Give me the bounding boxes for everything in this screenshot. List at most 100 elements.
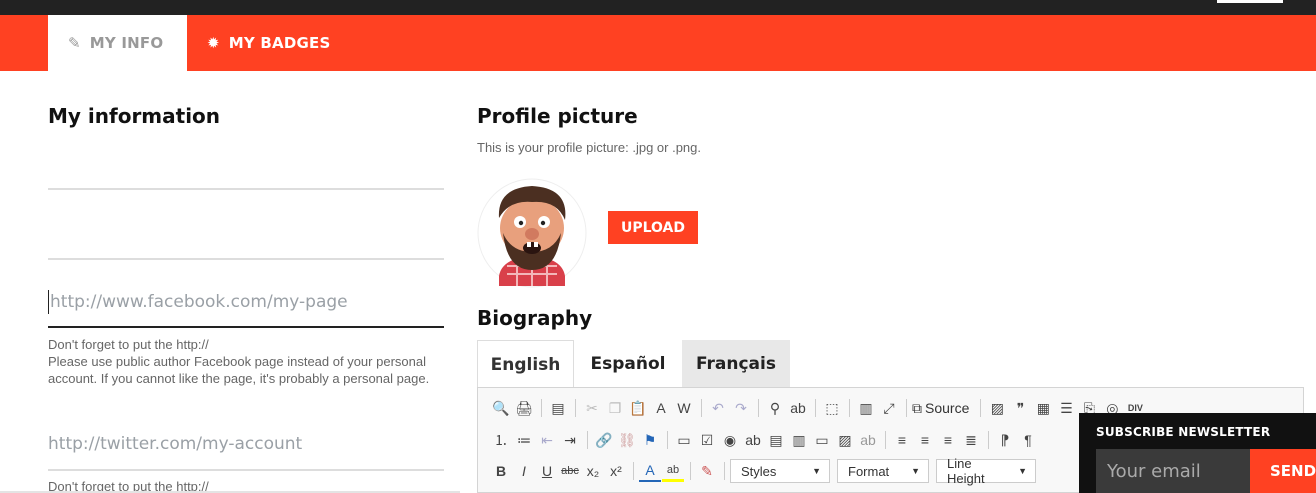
outdent-icon[interactable]: ⇤ bbox=[536, 429, 558, 451]
italic-icon[interactable]: I bbox=[513, 460, 535, 482]
newsletter-send-button[interactable]: SEND bbox=[1250, 449, 1316, 493]
facebook-url-underline bbox=[48, 326, 444, 328]
editor-toolbar-row-1: 🔍 🖨 ▤ ✂ ❐ 📋 A W ↶ ↷ ⚲ ab ⬚ ▥ ⤢ ⧉ Source … bbox=[490, 396, 1147, 420]
twitter-url-input[interactable]: http://twitter.com/my-account bbox=[48, 434, 302, 454]
facebook-help-line-1: Don't forget to put the http:// bbox=[48, 337, 209, 352]
justify-icon[interactable]: ≣ bbox=[960, 429, 982, 451]
newsletter-title: SUBSCRIBE NEWSLETTER bbox=[1096, 425, 1271, 439]
link-icon[interactable]: 🔗 bbox=[593, 429, 615, 451]
blockquote-icon[interactable]: ❞ bbox=[1009, 397, 1031, 419]
text-color-icon[interactable]: A bbox=[639, 460, 661, 482]
rtl-icon[interactable]: ¶ bbox=[1017, 429, 1039, 451]
tab-espanol[interactable]: Español bbox=[574, 340, 682, 388]
line-height-dropdown[interactable]: Line Height ▼ bbox=[936, 456, 1036, 486]
ltr-icon[interactable]: ⁋ bbox=[994, 429, 1016, 451]
paste-text-icon[interactable]: A bbox=[650, 397, 672, 419]
facebook-help-line-2: Please use public author Facebook page i… bbox=[48, 354, 430, 386]
editor-toolbar-row-2: ⒈ ≔ ⇤ ⇥ 🔗 ⛓ ⚑ ▭ ☑ ◉ ab ▤ ▥ ▭ ▨ ab ≡ ≡ ≡ … bbox=[490, 428, 1040, 452]
tab-english[interactable]: English bbox=[477, 340, 574, 388]
strikethrough-icon[interactable]: abc bbox=[559, 460, 581, 482]
button-field-icon[interactable]: ▭ bbox=[811, 429, 833, 451]
tab-my-badges[interactable]: ✹ MY BADGES bbox=[187, 15, 347, 71]
name-field[interactable] bbox=[48, 188, 444, 190]
select-all-icon[interactable]: ⬚ bbox=[821, 397, 843, 419]
top-bar bbox=[0, 0, 1316, 15]
newsletter-email-input[interactable]: Your email bbox=[1096, 449, 1250, 493]
subscript-icon[interactable]: x₂ bbox=[582, 460, 604, 482]
textarea-icon[interactable]: ▤ bbox=[765, 429, 787, 451]
format-dropdown[interactable]: Format ▼ bbox=[837, 459, 929, 483]
image-button-icon[interactable]: ▨ bbox=[834, 429, 856, 451]
select-field-icon[interactable]: ▥ bbox=[788, 429, 810, 451]
editor-toolbar-row-3: B I U abc x₂ x² A ab ✎ Styles ▼ Format ▼… bbox=[490, 456, 1043, 486]
facebook-url-input[interactable]: http://www.facebook.com/my-page bbox=[50, 292, 348, 312]
background-color-icon[interactable]: ab bbox=[662, 460, 684, 482]
source-button[interactable]: ⧉ Source bbox=[912, 400, 969, 417]
show-blocks-icon[interactable]: ▥ bbox=[855, 397, 877, 419]
redo-icon[interactable]: ↷ bbox=[730, 397, 752, 419]
superscript-icon[interactable]: x² bbox=[605, 460, 627, 482]
image-icon[interactable]: ▨ bbox=[986, 397, 1008, 419]
preview-icon[interactable]: 🔍 bbox=[490, 397, 512, 419]
profile-picture-hint: This is your profile picture: .jpg or .p… bbox=[477, 140, 701, 155]
toolbar-separator bbox=[815, 399, 816, 417]
paste-word-icon[interactable]: W bbox=[673, 397, 695, 419]
styles-label: Styles bbox=[741, 463, 777, 479]
toolbar-separator bbox=[690, 462, 691, 480]
top-bar-corner bbox=[1217, 0, 1283, 3]
find-icon[interactable]: ⚲ bbox=[764, 397, 786, 419]
undo-icon[interactable]: ↶ bbox=[707, 397, 729, 419]
paste-icon[interactable]: 📋 bbox=[627, 397, 649, 419]
source-icon: ⧉ bbox=[912, 399, 922, 416]
remove-format-icon[interactable]: ✎ bbox=[696, 460, 718, 482]
toolbar-separator bbox=[633, 462, 634, 480]
maximize-icon[interactable]: ⤢ bbox=[878, 397, 900, 419]
hidden-field-icon[interactable]: ab bbox=[857, 429, 879, 451]
align-center-icon[interactable]: ≡ bbox=[914, 429, 936, 451]
biography-title: Biography bbox=[477, 306, 593, 330]
bold-icon[interactable]: B bbox=[490, 460, 512, 482]
profile-avatar bbox=[477, 178, 587, 288]
text-field-icon[interactable]: ab bbox=[742, 429, 764, 451]
align-right-icon[interactable]: ≡ bbox=[937, 429, 959, 451]
indent-icon[interactable]: ⇥ bbox=[559, 429, 581, 451]
horizontal-rule-icon[interactable]: ☰ bbox=[1055, 397, 1077, 419]
print-icon[interactable]: 🖨 bbox=[513, 397, 535, 419]
bulleted-list-icon[interactable]: ≔ bbox=[513, 429, 535, 451]
form-icon[interactable]: ▭ bbox=[673, 429, 695, 451]
tab-my-info-label: MY INFO bbox=[89, 34, 164, 52]
tab-francais[interactable]: Français bbox=[682, 340, 790, 388]
toolbar-separator bbox=[701, 399, 702, 417]
copy-icon[interactable]: ❐ bbox=[604, 397, 626, 419]
line-height-label: Line Height bbox=[947, 456, 985, 486]
radio-icon[interactable]: ◉ bbox=[719, 429, 741, 451]
checkbox-icon[interactable]: ☑ bbox=[696, 429, 718, 451]
twitter-url-underline bbox=[48, 469, 444, 471]
toolbar-separator bbox=[541, 399, 542, 417]
newsletter-widget: SUBSCRIBE NEWSLETTER Your email SEND bbox=[1079, 413, 1316, 493]
my-information-title: My information bbox=[48, 104, 221, 128]
toolbar-separator bbox=[724, 462, 725, 480]
template-icon[interactable]: ▤ bbox=[547, 397, 569, 419]
styles-dropdown[interactable]: Styles ▼ bbox=[730, 459, 830, 483]
tab-my-badges-label: MY BADGES bbox=[228, 34, 331, 52]
chevron-down-icon: ▼ bbox=[911, 466, 920, 476]
toolbar-separator bbox=[587, 431, 588, 449]
numbered-list-icon[interactable]: ⒈ bbox=[490, 429, 512, 451]
table-icon[interactable]: ▦ bbox=[1032, 397, 1054, 419]
anchor-icon[interactable]: ⚑ bbox=[639, 429, 661, 451]
align-left-icon[interactable]: ≡ bbox=[891, 429, 913, 451]
unlink-icon[interactable]: ⛓ bbox=[616, 429, 638, 451]
location-field[interactable] bbox=[48, 258, 444, 260]
cut-icon[interactable]: ✂ bbox=[581, 397, 603, 419]
toolbar-separator bbox=[988, 431, 989, 449]
upload-button[interactable]: UPLOAD bbox=[608, 211, 698, 244]
toolbar-separator bbox=[849, 399, 850, 417]
badge-icon: ✹ bbox=[207, 34, 220, 52]
profile-tab-bar: ✎ MY INFO ✹ MY BADGES bbox=[0, 15, 1316, 71]
toolbar-separator bbox=[906, 399, 907, 417]
underline-icon[interactable]: U bbox=[536, 460, 558, 482]
toolbar-separator bbox=[885, 431, 886, 449]
replace-icon[interactable]: ab bbox=[787, 397, 809, 419]
tab-my-info[interactable]: ✎ MY INFO bbox=[48, 15, 187, 71]
